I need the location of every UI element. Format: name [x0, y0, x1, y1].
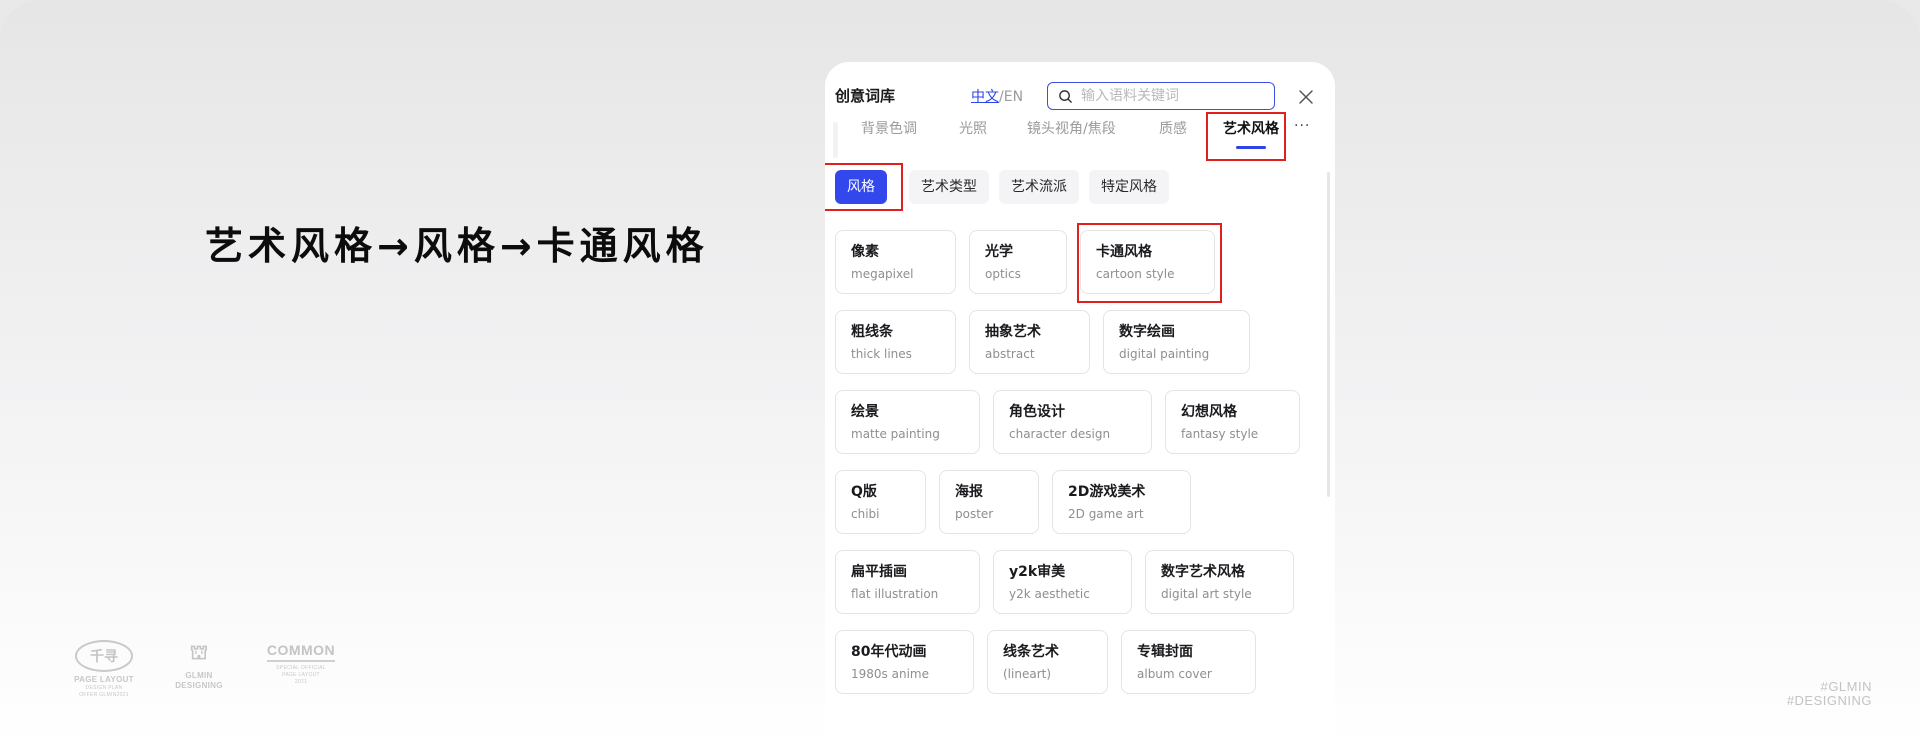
search-box[interactable]: [1047, 82, 1275, 110]
keyword-card[interactable]: 粗线条 thick lines: [835, 310, 956, 374]
subtab-specific-style[interactable]: 特定风格: [1089, 170, 1169, 204]
keyword-card[interactable]: 绘景 matte painting: [835, 390, 980, 454]
keyword-card[interactable]: Q版 chibi: [835, 470, 926, 534]
search-input[interactable]: [1079, 87, 1263, 105]
keyword-card[interactable]: 海报 poster: [939, 470, 1039, 534]
keyword-card[interactable]: 角色设计 character design: [993, 390, 1152, 454]
tab-texture[interactable]: 质感: [1159, 118, 1187, 152]
logo-mark: COMMON: [267, 640, 335, 662]
panel-header: 创意词库 中文/EN: [825, 62, 1335, 112]
logo-page-layout: 千寻 PAGE LAYOUT DESIGN PLAN OFFER GLMIN20…: [68, 640, 140, 699]
page-heading: 艺术风格→风格→卡通风格: [205, 224, 709, 268]
language-switch: 中文/EN: [971, 86, 1023, 106]
hashtag: #GLMIN: [1820, 679, 1872, 694]
lang-en-link[interactable]: EN: [1004, 89, 1023, 105]
creative-lexicon-panel: 创意词库 中文/EN 背景色调 光照 镜头视角/焦段 质感 艺术风格: [825, 62, 1335, 750]
lang-zh-link[interactable]: 中文: [971, 89, 999, 105]
keyword-card[interactable]: y2k审美 y2k aesthetic: [993, 550, 1132, 614]
panel-title: 创意词库: [835, 87, 896, 105]
tab-lighting[interactable]: 光照: [959, 118, 987, 152]
canvas: 艺术风格→风格→卡通风格 千寻 PAGE LAYOUT DESIGN PLAN …: [0, 0, 1920, 750]
keyword-card[interactable]: 线条艺术 (lineart): [987, 630, 1108, 694]
logo-mark: ⛫: [189, 641, 209, 664]
search-icon: [1059, 89, 1072, 103]
tab-background-tone[interactable]: 背景色调: [861, 118, 917, 152]
tab-art-style[interactable]: 艺术风格: [1223, 118, 1279, 152]
keyword-card[interactable]: 扁平插画 flat illustration: [835, 550, 980, 614]
subtab-art-type[interactable]: 艺术类型: [909, 170, 989, 204]
keyword-card[interactable]: 光学 optics: [969, 230, 1067, 294]
keyword-card[interactable]: 抽象艺术 abstract: [969, 310, 1090, 374]
subtab-style[interactable]: 风格: [835, 170, 887, 204]
keyword-card[interactable]: 像素 megapixel: [835, 230, 956, 294]
keyword-card[interactable]: 数字绘画 digital painting: [1103, 310, 1250, 374]
keyword-card-cartoon-style[interactable]: 卡通风格 cartoon style: [1080, 230, 1215, 294]
hashtag: #DESIGNING: [1786, 693, 1872, 708]
tab-camera-angle[interactable]: 镜头视角/焦段: [1027, 118, 1116, 152]
logo-mark: 千寻: [75, 640, 133, 672]
more-tabs-button[interactable]: ···: [1294, 118, 1310, 134]
logo-glmin: ⛫ GLMIN DESIGNING: [175, 641, 223, 691]
keyword-card[interactable]: 2D游戏美术 2D game art: [1052, 470, 1191, 534]
tabs-scroll-rail: [833, 122, 838, 158]
keyword-card[interactable]: 专辑封面 album cover: [1121, 630, 1256, 694]
logo-common: COMMON SPECIAL OFFICIAL PAGE LAYOUT 2021: [266, 640, 336, 685]
category-tabs: 背景色调 光照 镜头视角/焦段 质感 艺术风格 ···: [833, 118, 1313, 158]
close-icon[interactable]: [1298, 89, 1314, 105]
hashtags: #GLMIN #DESIGNING: [1787, 680, 1872, 708]
keyword-card[interactable]: 幻想风格 fantasy style: [1165, 390, 1300, 454]
keyword-card[interactable]: 80年代动画 1980s anime: [835, 630, 974, 694]
scrollbar[interactable]: [1327, 172, 1330, 497]
keyword-card[interactable]: 数字艺术风格 digital art style: [1145, 550, 1294, 614]
subtab-art-school[interactable]: 艺术流派: [999, 170, 1079, 204]
